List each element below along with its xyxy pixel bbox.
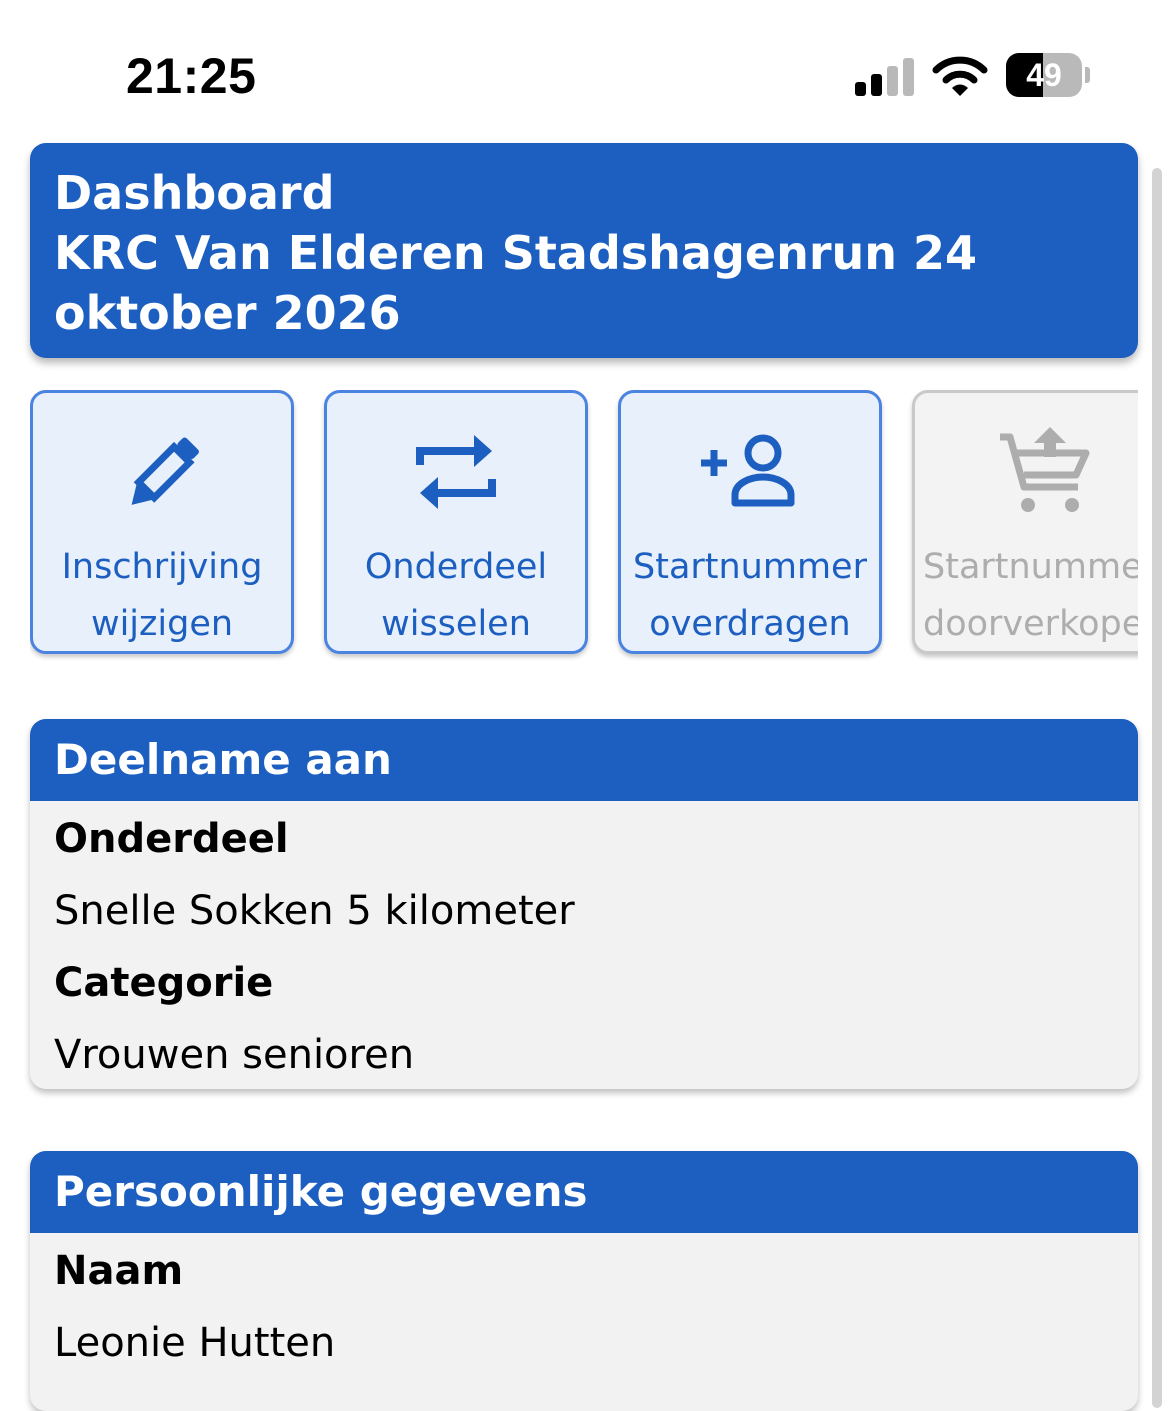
- scrollbar[interactable]: [1152, 168, 1162, 1408]
- event-part-label: Onderdeel: [54, 816, 289, 862]
- cellular-signal-icon: [855, 56, 915, 96]
- pencil-icon: [33, 423, 291, 523]
- dashboard-header: Dashboard KRC Van Elderen Stadshagenrun …: [30, 143, 1138, 358]
- event-name: KRC Van Elderen Stadshagenrun 24 oktober…: [54, 226, 978, 340]
- resell-bib-label-1: Startnummer: [923, 547, 1138, 587]
- resell-bib-label-2: doorverkopen: [923, 604, 1138, 644]
- battery-tip: [1085, 67, 1090, 83]
- resell-bib-button[interactable]: Startnummer doorverkopen: [912, 390, 1138, 654]
- edit-registration-label-2: wijzigen: [90, 604, 234, 644]
- category-value: Vrouwen senioren: [54, 1032, 415, 1078]
- battery-icon: 49: [1006, 53, 1082, 97]
- name-value: Leonie Hutten: [54, 1320, 336, 1366]
- personal-data-heading: Persoonlijke gegevens: [30, 1151, 1138, 1233]
- page-title: Dashboard: [54, 166, 335, 220]
- swap-arrows-icon: [327, 423, 585, 523]
- status-bar: 21:25 49: [0, 0, 1169, 140]
- category-label: Categorie: [54, 960, 274, 1006]
- participation-heading: Deelname aan: [30, 719, 1138, 801]
- switch-event-part-button[interactable]: Onderdeel wisselen: [324, 390, 588, 654]
- status-time: 21:25: [126, 48, 257, 104]
- participation-card: Deelname aan Onderdeel Snelle Sokken 5 k…: [30, 719, 1138, 1089]
- switch-event-part-label-1: Onderdeel: [364, 547, 548, 587]
- transfer-bib-label-1: Startnummer: [633, 547, 867, 587]
- cart-upload-icon: [915, 423, 1138, 523]
- personal-data-card: Persoonlijke gegevens Naam Leonie Hutten: [30, 1151, 1138, 1411]
- event-part-value: Snelle Sokken 5 kilometer: [54, 888, 575, 934]
- transfer-bib-button[interactable]: Startnummer overdragen: [618, 390, 882, 654]
- wifi-icon: [932, 54, 988, 98]
- transfer-bib-label-2: overdragen: [649, 604, 851, 644]
- battery-level: 49: [1026, 57, 1062, 93]
- edit-registration-label-1: Inschrijving: [61, 547, 263, 587]
- edit-registration-button[interactable]: Inschrijving wijzigen: [30, 390, 294, 654]
- name-label: Naam: [54, 1248, 184, 1294]
- switch-event-part-label-2: wisselen: [381, 604, 531, 644]
- action-row[interactable]: Inschrijving wijzigen Onderdeel wisselen: [30, 389, 1138, 661]
- add-person-icon: [621, 423, 879, 523]
